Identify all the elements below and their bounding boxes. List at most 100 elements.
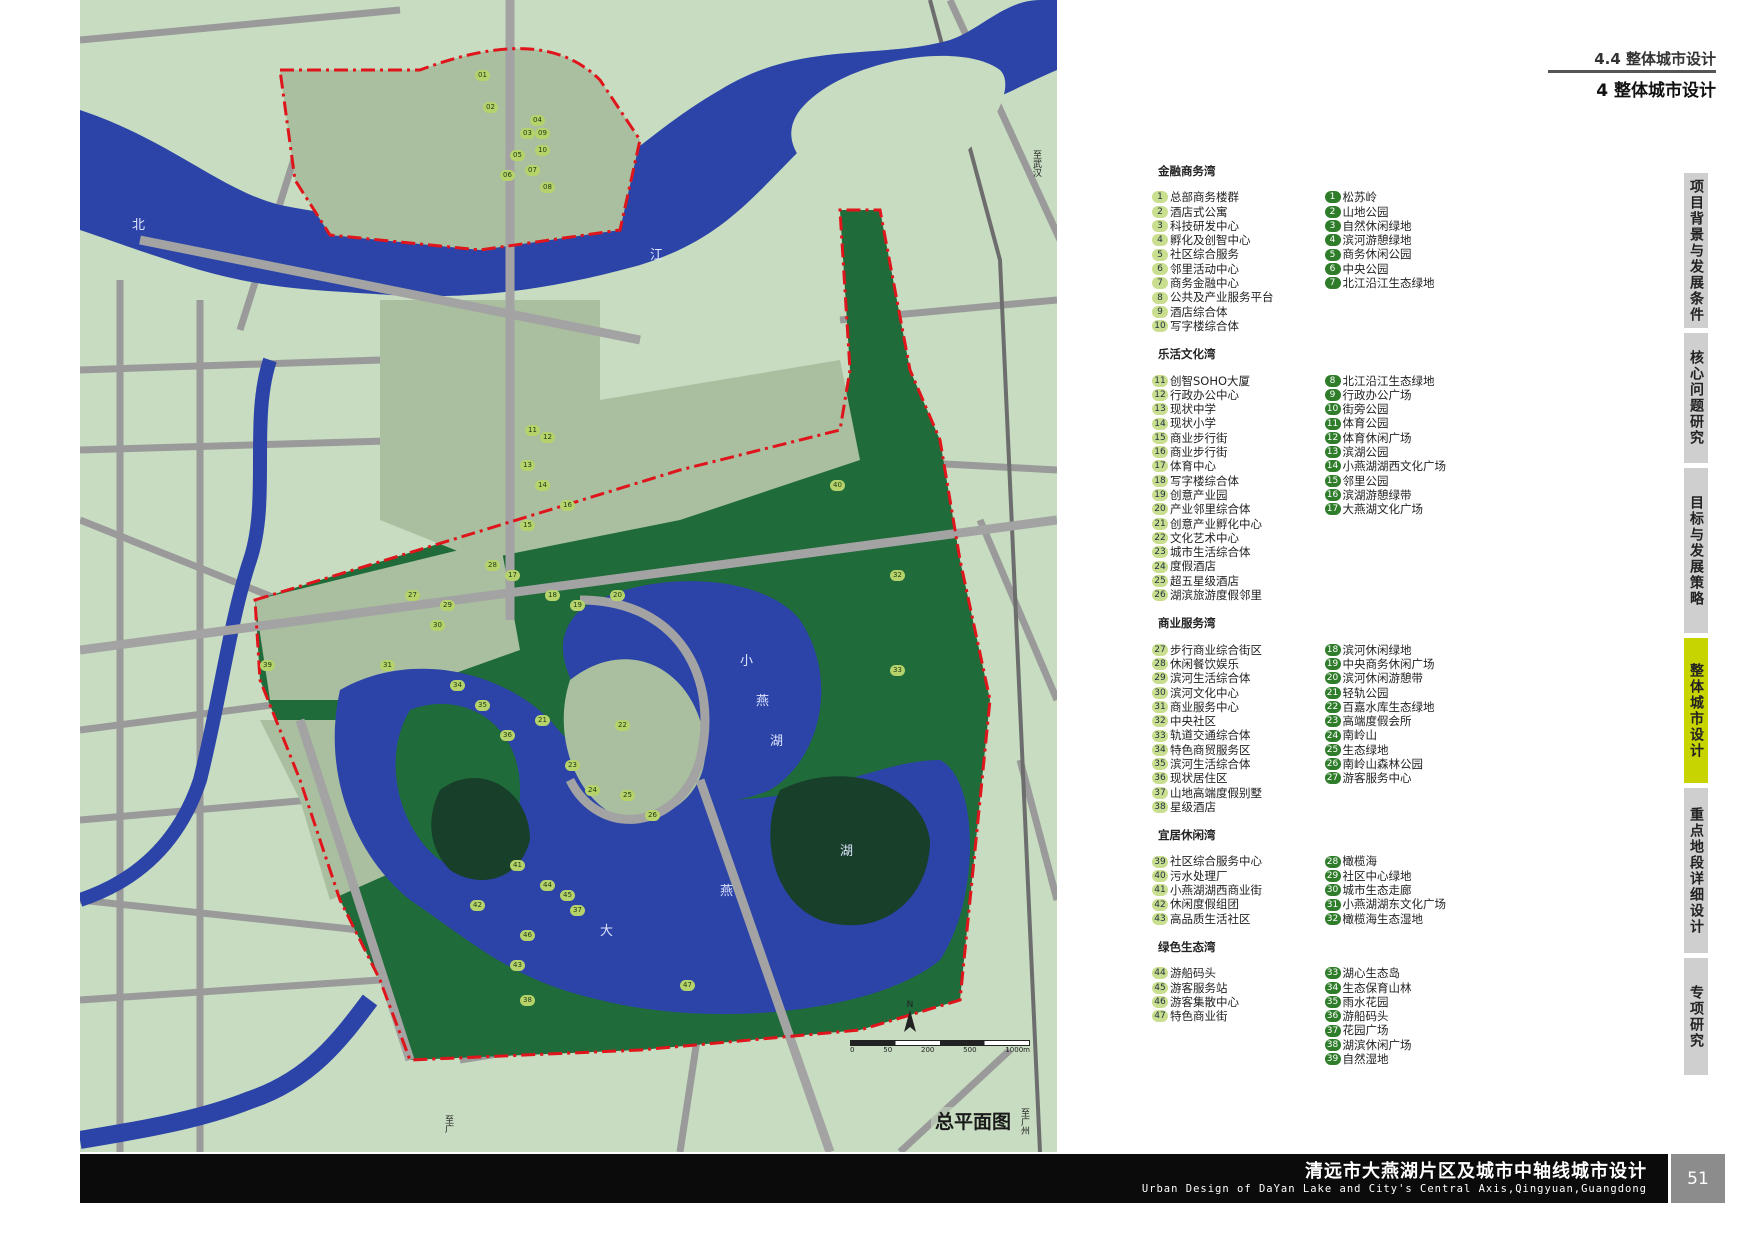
- legend-item: 35 雨水花园: [1324, 994, 1498, 1009]
- legend-number-badge: 25: [1324, 743, 1341, 756]
- legend-item: 43 高品质生活社区: [1152, 912, 1325, 926]
- legend-item: 36 现状居住区: [1152, 771, 1325, 785]
- map-marker: 46: [520, 930, 535, 941]
- legend-item: 45 游客服务站: [1152, 981, 1325, 995]
- river-label-jiang: 江: [650, 248, 664, 263]
- legend-item: 7 商务金融中心: [1152, 276, 1325, 290]
- map-marker: 03: [520, 128, 535, 139]
- legend-number-badge: 33: [1324, 967, 1341, 980]
- nav-tab[interactable]: 目标与发展策略: [1684, 466, 1708, 633]
- map-marker: 13: [520, 460, 535, 471]
- nav-tab[interactable]: 核心问题研究: [1684, 331, 1708, 463]
- map-graphic: [80, 0, 1057, 1152]
- legend-item-label: 写字楼综合体: [1170, 473, 1239, 488]
- master-plan-map[interactable]: 北 江 小 燕 湖 大 燕 湖 至武汉 至广州 至广 01 02 03 04 05 06 0…: [80, 0, 1057, 1152]
- legend-item-label: 高品质生活社区: [1170, 911, 1251, 926]
- legend-item: 33 湖心生态岛: [1324, 966, 1498, 981]
- map-marker: 40: [830, 480, 845, 491]
- nav-tab[interactable]: 专项研究: [1684, 956, 1708, 1075]
- legend-item: 44 游船码头: [1152, 966, 1325, 980]
- legend-item: 11 创智SOHO大厦: [1152, 374, 1325, 388]
- legend-number-badge: 29: [1152, 672, 1168, 685]
- legend-section-title: 乐活文化湾: [1158, 347, 1216, 362]
- legend-number-badge: 12: [1324, 431, 1341, 444]
- nav-tab[interactable]: 项目背景与发展条件: [1684, 171, 1708, 328]
- legend-column-left: 44 游船码头 45 游客服务站 46 游客集散中心 47 特色商业街: [1152, 966, 1325, 1066]
- legend-section: 金融商务湾 1 总部商务楼群 2 酒店式公寓 3 科技研发中心 4 孵化及创智中心 5 社区综合服务…: [1152, 164, 1497, 333]
- legend-item: 29 滨河生活综合体: [1152, 671, 1325, 685]
- legend-number-badge: 38: [1152, 801, 1168, 814]
- legend-number-badge: 6: [1324, 262, 1341, 275]
- legend-item: 34 生态保育山林: [1324, 981, 1498, 995]
- legend-number-badge: 16: [1324, 489, 1341, 502]
- map-marker: 02: [483, 102, 498, 113]
- legend-item-label: 滨湖游憩绿带: [1342, 487, 1412, 502]
- legend-item: 28 橄榄海: [1324, 854, 1498, 868]
- legend-section-title: 商业服务湾: [1158, 616, 1216, 631]
- legend-item-label: 步行商业综合街区: [1170, 642, 1262, 657]
- legend-number-badge: 26: [1324, 758, 1341, 771]
- legend-item-label: 社区综合服务中心: [1170, 854, 1262, 869]
- legend-number-badge: 22: [1152, 531, 1168, 544]
- legend-item-label: 游船码头: [1342, 1009, 1389, 1024]
- legend-number-badge: 45: [1152, 981, 1168, 994]
- scale-label-0: 0: [850, 1046, 855, 1054]
- legend-column-right: 8 北江沿江生态绿地 9 行政办公广场 10 街旁公园 11 体育公园 12 体育休闲广场 13 滨湖…: [1324, 374, 1498, 603]
- map-marker: 44: [540, 880, 555, 891]
- legend-item-label: 现状小学: [1170, 416, 1216, 431]
- legend-section-title: 绿色生态湾: [1158, 939, 1216, 954]
- section-subtitle: 4.4 整体城市设计: [1594, 50, 1716, 68]
- legend-item-label: 轨道交通综合体: [1170, 728, 1251, 743]
- legend-item: 38 湖滨休闲广场: [1324, 1038, 1498, 1052]
- legend-item-label: 创意产业园: [1170, 487, 1228, 502]
- legend-item: 26 南岭山森林公园: [1324, 757, 1498, 771]
- legend-item-label: 湖心生态岛: [1342, 966, 1401, 981]
- lake-label-xiao: 小: [740, 654, 754, 669]
- legend-section-title: 金融商务湾: [1158, 164, 1216, 178]
- legend-item: 19 创意产业园: [1152, 488, 1325, 502]
- legend-item: 13 现状中学: [1152, 402, 1325, 416]
- legend-item: 40 污水处理厂: [1152, 869, 1325, 883]
- legend-item-label: 邻里公园: [1342, 473, 1389, 488]
- map-marker: 20: [610, 590, 625, 601]
- map-marker: 28: [485, 560, 500, 571]
- legend-number-badge: 13: [1152, 403, 1168, 416]
- legend-number-badge: 5: [1152, 248, 1168, 261]
- map-title: 总平面图: [931, 1107, 1016, 1134]
- legend-item: 27 游客服务中心: [1324, 771, 1498, 785]
- river-label-bei: 北: [132, 218, 146, 233]
- legend-number-badge: 9: [1152, 305, 1168, 318]
- legend-item-label: 湖滨旅游度假邻里: [1170, 588, 1262, 603]
- legend-item: 5 商务休闲公园: [1324, 247, 1498, 261]
- legend-number-badge: 32: [1152, 715, 1168, 728]
- legend-number-badge: 34: [1324, 981, 1341, 994]
- map-marker: 42: [470, 900, 485, 911]
- nav-tab[interactable]: 整体城市设计: [1684, 636, 1708, 783]
- legend-item: 31 小燕湖湖东文化广场: [1324, 897, 1498, 911]
- legend-item-label: 创智SOHO大厦: [1170, 373, 1251, 388]
- legend-section: 乐活文化湾 11 创智SOHO大厦 12 行政办公中心 13 现状中学 14 现状小学 15 商业步…: [1152, 347, 1497, 602]
- nav-tab[interactable]: 重点地段详细设计: [1684, 786, 1708, 953]
- legend-number-badge: 19: [1324, 658, 1341, 671]
- legend-number-badge: 35: [1324, 995, 1341, 1008]
- legend-number-badge: 14: [1324, 460, 1341, 473]
- legend-number-badge: 27: [1152, 643, 1168, 656]
- legend-number-badge: 15: [1324, 474, 1341, 487]
- legend-item: 5 社区综合服务: [1152, 247, 1325, 261]
- legend-number-badge: 21: [1324, 686, 1341, 699]
- legend-item-label: 城市生活综合体: [1170, 545, 1251, 560]
- legend-number-badge: 46: [1152, 995, 1168, 1008]
- legend-item-label: 雨水花园: [1342, 994, 1389, 1009]
- north-arrow: N: [900, 1000, 920, 1034]
- legend-number-badge: 28: [1152, 658, 1168, 671]
- map-marker: 45: [560, 890, 575, 901]
- map-marker: 36: [500, 730, 515, 741]
- legend-item: 39 社区综合服务中心: [1152, 854, 1325, 868]
- legend-item: 16 滨湖游憩绿带: [1324, 487, 1498, 502]
- legend-item-label: 商业步行街: [1170, 430, 1228, 445]
- header-divider: [1548, 70, 1716, 73]
- legend-number-badge: 18: [1324, 643, 1341, 656]
- legend-number-badge: 7: [1324, 277, 1341, 290]
- legend-number-badge: 28: [1324, 855, 1341, 868]
- legend-number-badge: 41: [1152, 884, 1168, 897]
